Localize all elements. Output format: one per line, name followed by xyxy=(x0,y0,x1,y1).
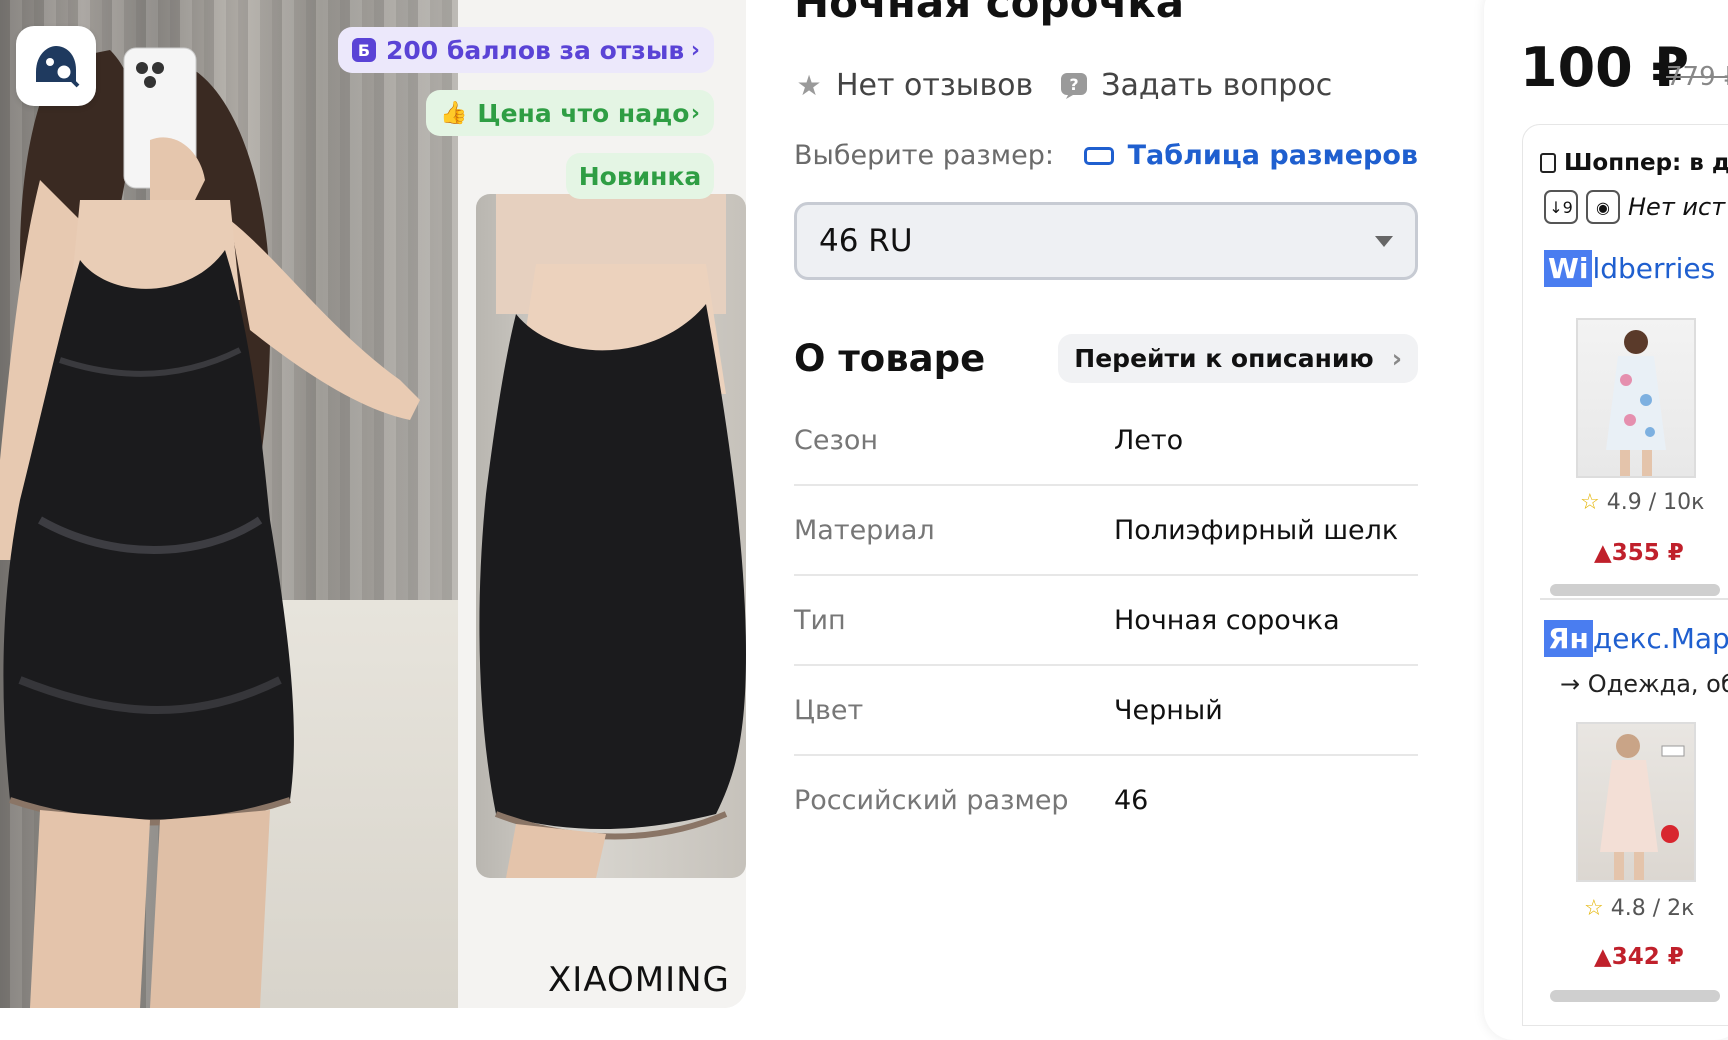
model-in-dress-image xyxy=(0,47,420,1008)
current-price: 100 ₽ xyxy=(1520,36,1690,99)
chevron-right-icon: › xyxy=(690,37,700,63)
spec-key: Цвет xyxy=(794,694,864,726)
go-to-description-label: Перейти к описанию xyxy=(1074,344,1374,373)
selected-size: 46 RU xyxy=(819,223,913,259)
spec-row: Тип Ночная сорочка xyxy=(794,576,1418,666)
size-selection-row: Выберите размер: Таблица размеров xyxy=(794,140,1418,171)
search-robot-icon xyxy=(36,46,80,88)
wildberries-header[interactable]: Wi ldberries xyxy=(1544,250,1716,287)
yandex-highlight: Ян xyxy=(1544,620,1593,657)
wildberries-scrollbar[interactable] xyxy=(1550,584,1720,596)
wildberries-rating-value: 4.9 / 10к xyxy=(1606,490,1705,515)
review-points-label: 200 баллов за отзыв xyxy=(386,35,685,65)
nightgown-image xyxy=(1600,734,1685,880)
yandex-scrollbar[interactable] xyxy=(1550,990,1720,1002)
spec-value: Черный xyxy=(1114,694,1223,726)
size-table-link[interactable]: Таблица размеров xyxy=(1083,140,1418,171)
new-badge: Новинка xyxy=(566,153,714,199)
size-table-label: Таблица размеров xyxy=(1127,140,1418,171)
brand-caption: XIAOMING xyxy=(548,960,730,1000)
new-badge-label: Новинка xyxy=(578,161,702,191)
wildberries-product-image[interactable] xyxy=(1576,318,1696,478)
yandex-price: ▲342 ₽ xyxy=(1594,944,1684,970)
about-product-header: О товаре Перейти к описанию › xyxy=(794,334,1418,383)
size-label: Выберите размер: xyxy=(794,140,1054,171)
yandex-rating: ☆ 4.8 / 2к xyxy=(1584,896,1694,921)
chevron-right-icon: › xyxy=(690,100,700,126)
wildberries-name: ldberries xyxy=(1592,252,1716,285)
chevron-right-icon: › xyxy=(1391,344,1402,373)
thumbnail-image xyxy=(479,194,746,878)
wildberries-price: ▲355 ₽ xyxy=(1594,540,1684,566)
product-meta-row: ★ Нет отзывов ? Задать вопрос xyxy=(794,68,1342,103)
star-icon: ☆ xyxy=(1584,896,1604,921)
review-points-badge[interactable]: Б 200 баллов за отзыв › xyxy=(338,27,714,73)
spec-row: Российский размер 46 xyxy=(794,756,1418,844)
chevron-down-icon xyxy=(1375,235,1393,247)
old-price: 779 ₽ xyxy=(1666,62,1728,92)
spec-key: Российский размер xyxy=(794,784,1069,816)
shopper-label: Шоппер: в др xyxy=(1564,150,1728,176)
yandex-market-header[interactable]: Яндекс.Марк xyxy=(1544,620,1728,657)
good-price-badge[interactable]: 👍 Цена что надо › xyxy=(426,90,714,136)
spec-row: Сезон Лето xyxy=(794,396,1418,486)
reviews-link[interactable]: ★ Нет отзывов xyxy=(794,68,1033,103)
spec-value: 46 xyxy=(1114,784,1149,816)
ask-question-link[interactable]: ? Задать вопрос xyxy=(1059,68,1332,103)
product-thumbnail[interactable] xyxy=(476,194,746,878)
shopper-row[interactable]: Шоппер: в др xyxy=(1540,150,1728,176)
shopping-bag-icon xyxy=(1540,153,1556,173)
thumbs-up-icon: 👍 xyxy=(440,100,468,126)
go-to-description-button[interactable]: Перейти к описанию › xyxy=(1058,334,1418,383)
wildberries-rating: ☆ 4.9 / 10к xyxy=(1580,490,1704,515)
spec-value: Ночная сорочка xyxy=(1114,604,1340,636)
spec-key: Сезон xyxy=(794,424,878,456)
spec-row: Материал Полиэфирный шелк xyxy=(794,486,1418,576)
spec-value: Полиэфирный шелк xyxy=(1114,514,1399,546)
star-icon: ★ xyxy=(796,69,822,102)
sort-icon[interactable]: ↓9 xyxy=(1544,190,1578,224)
yandex-name: декс.Марк xyxy=(1592,622,1728,655)
floral-dress-image xyxy=(1606,330,1666,476)
question-bubble-icon: ? xyxy=(1059,71,1089,101)
svg-text:?: ? xyxy=(1070,75,1079,94)
about-title: О товаре xyxy=(794,337,986,380)
spec-value: Лето xyxy=(1114,424,1184,456)
eye-icon[interactable]: ◉ xyxy=(1586,190,1620,224)
divider xyxy=(1540,598,1728,600)
ruler-icon xyxy=(1083,146,1114,165)
good-price-label: Цена что надо xyxy=(477,98,690,128)
product-gallery: XIAOMING xyxy=(0,0,746,1008)
spec-key: Материал xyxy=(794,514,935,546)
yandex-rating-value: 4.8 / 2к xyxy=(1610,896,1695,921)
points-icon: Б xyxy=(352,38,376,62)
main-product-photo[interactable] xyxy=(0,0,458,1008)
yandex-category: → Одежда, об xyxy=(1560,670,1728,698)
spec-key: Тип xyxy=(794,604,846,636)
reviews-label: Нет отзывов xyxy=(836,68,1034,103)
yandex-product-image[interactable] xyxy=(1576,722,1696,882)
ask-question-label: Задать вопрос xyxy=(1101,68,1333,103)
tool-row: ↓9 ◉ Нет ист xyxy=(1544,190,1725,224)
wildberries-highlight: Wi xyxy=(1544,250,1593,287)
size-dropdown[interactable]: 46 RU xyxy=(794,202,1418,280)
star-icon: ☆ xyxy=(1580,490,1600,515)
specs-table: Сезон Лето Материал Полиэфирный шелк Тип… xyxy=(794,396,1418,844)
product-title: Ночная сорочка xyxy=(794,0,1185,27)
tool-text: Нет ист xyxy=(1628,193,1726,221)
app-logo[interactable] xyxy=(16,26,96,106)
spec-row: Цвет Черный xyxy=(794,666,1418,756)
